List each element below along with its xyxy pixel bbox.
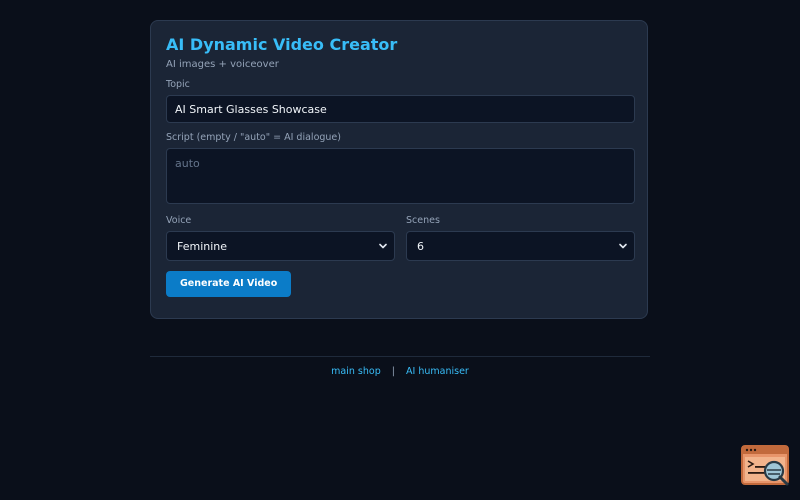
chevron-down-icon: [379, 243, 387, 249]
topic-label: Topic: [166, 79, 190, 90]
voice-select[interactable]: Feminine: [166, 231, 395, 261]
scenes-label: Scenes: [406, 215, 440, 226]
voice-select-value: Feminine: [177, 239, 228, 253]
main-shop-link[interactable]: main shop: [331, 366, 381, 377]
browser-search-icon[interactable]: [740, 444, 792, 488]
footer: main shop | AI humaniser: [150, 366, 650, 378]
footer-divider: [150, 356, 650, 357]
ai-humaniser-link[interactable]: AI humaniser: [406, 366, 469, 377]
page-title: AI Dynamic Video Creator: [166, 35, 398, 54]
scenes-select[interactable]: 6: [406, 231, 635, 261]
scenes-column: Scenes 6: [406, 215, 635, 261]
generate-video-button[interactable]: Generate AI Video: [166, 271, 292, 297]
scenes-select-value: 6: [417, 239, 424, 253]
topic-input[interactable]: [166, 95, 635, 123]
script-label: Script (empty / "auto" = AI dialogue): [166, 132, 341, 143]
video-creator-card: AI Dynamic Video Creator AI images + voi…: [150, 20, 648, 319]
voice-column: Voice Feminine: [166, 215, 395, 261]
page-subtitle: AI images + voiceover: [166, 59, 279, 70]
voice-label: Voice: [166, 215, 192, 226]
options-row: Voice Feminine Scenes 6: [166, 215, 635, 261]
script-textarea[interactable]: [166, 148, 635, 204]
chevron-down-icon: [619, 243, 627, 249]
footer-separator: |: [391, 366, 395, 377]
